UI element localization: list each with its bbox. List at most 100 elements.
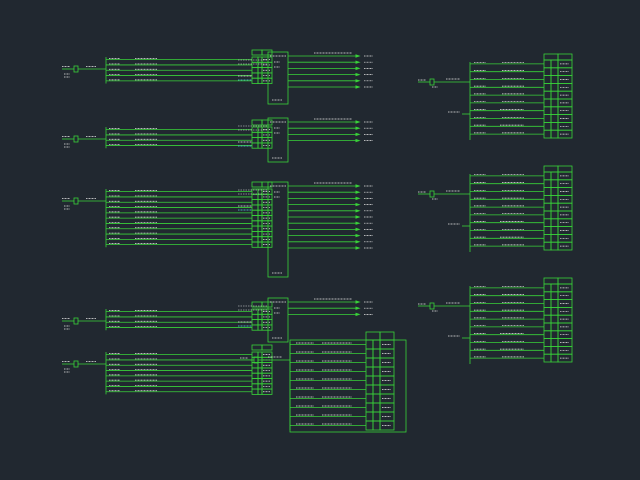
pole-cell [257,388,263,395]
table-header-cell [543,277,559,285]
phase-cell [251,126,259,133]
table-header-cell [261,49,273,56]
arrow-head [355,72,361,77]
pole-cell [550,210,559,220]
arrow-head [355,246,361,250]
pole-cell [550,106,559,116]
pole-cell [372,357,381,368]
phase-cell [251,388,259,395]
phase-cell [543,202,552,212]
pole-cell [257,236,263,243]
phase-cell [251,372,259,379]
panel-1 [62,49,273,84]
phase-cell [543,299,552,308]
pole-cell [257,324,263,331]
arrow-head [355,190,361,194]
table-header-cell [251,119,263,126]
main-breaker-symbol [429,302,435,310]
pole-cell [550,129,559,139]
phase-cell [365,411,374,422]
phase-cell [543,194,552,204]
phase-cell [251,241,259,248]
pole-cell [550,114,559,123]
phase-cell [251,61,259,68]
phase-cell [543,179,552,189]
pole-cell [372,375,381,386]
phase-cell [543,59,552,69]
electrical-schematic [62,49,573,433]
pole-cell [550,299,559,308]
pole-cell [550,233,559,243]
phase-cell [543,83,552,92]
right-panel-2 [418,165,573,252]
arrow-head [355,85,361,89]
table-header-cell [365,331,381,341]
arrow-head [355,79,361,83]
arrow-head [355,300,361,304]
pole-cell [372,348,381,359]
phase-cell [543,338,552,347]
pole-cell [257,367,263,374]
pole-cell [550,67,559,77]
phase-cell [543,353,552,363]
phase-cell [543,291,552,300]
table-header-cell [543,165,559,173]
arrow-head [355,233,361,238]
pole-cell [550,322,559,332]
phase-cell [251,230,259,238]
phase-cell [251,308,259,315]
pole-cell [550,98,559,108]
phase-cell [543,171,552,181]
phase-cell [543,218,552,228]
phase-cell [251,131,259,139]
pole-cell [257,372,263,379]
phase-cell [543,330,552,339]
pole-cell [550,353,559,363]
phase-cell [365,393,374,404]
pole-cell [257,241,263,248]
table-header-cell [261,119,273,126]
phase-cell [543,314,552,324]
arrow-head [355,312,361,317]
pole-cell [550,283,559,293]
phase-cell [365,357,374,368]
pole-cell [257,137,263,144]
pole-cell [550,314,559,324]
phase-cell [543,233,552,243]
pole-cell [550,122,559,131]
phase-cell [543,283,552,293]
pole-cell [257,209,263,216]
arrow-head [355,215,361,219]
pole-cell [257,378,263,385]
pole-cell [257,215,263,222]
phase-cell [251,199,259,206]
main-breaker-symbol [429,190,435,198]
pole-cell [257,77,263,84]
table-header-cell [251,181,263,188]
phase-cell [251,137,259,144]
right-panel-3 [418,277,573,364]
table-header-cell [557,53,573,61]
pole-cell [257,61,263,68]
main-breaker-symbol [253,356,259,364]
pole-cell [550,59,559,69]
table-header-cell [379,331,395,341]
phase-cell [251,236,259,243]
pole-cell [372,420,381,431]
arrow-head [355,60,361,64]
phase-cell [543,114,552,123]
pole-cell [550,330,559,339]
panel-5 [62,344,273,395]
arrow-head [355,240,361,244]
pole-cell [257,383,263,390]
pole-cell [257,72,263,79]
phase-cell [251,351,259,358]
distribution-box [267,181,289,278]
pole-cell [550,291,559,300]
phase-cell [251,72,259,79]
main-breaker-symbol [73,65,79,73]
pole-cell [257,230,263,238]
arrow-head [355,54,361,58]
left-distribution-panels [62,49,273,395]
panel-2 [62,119,273,149]
